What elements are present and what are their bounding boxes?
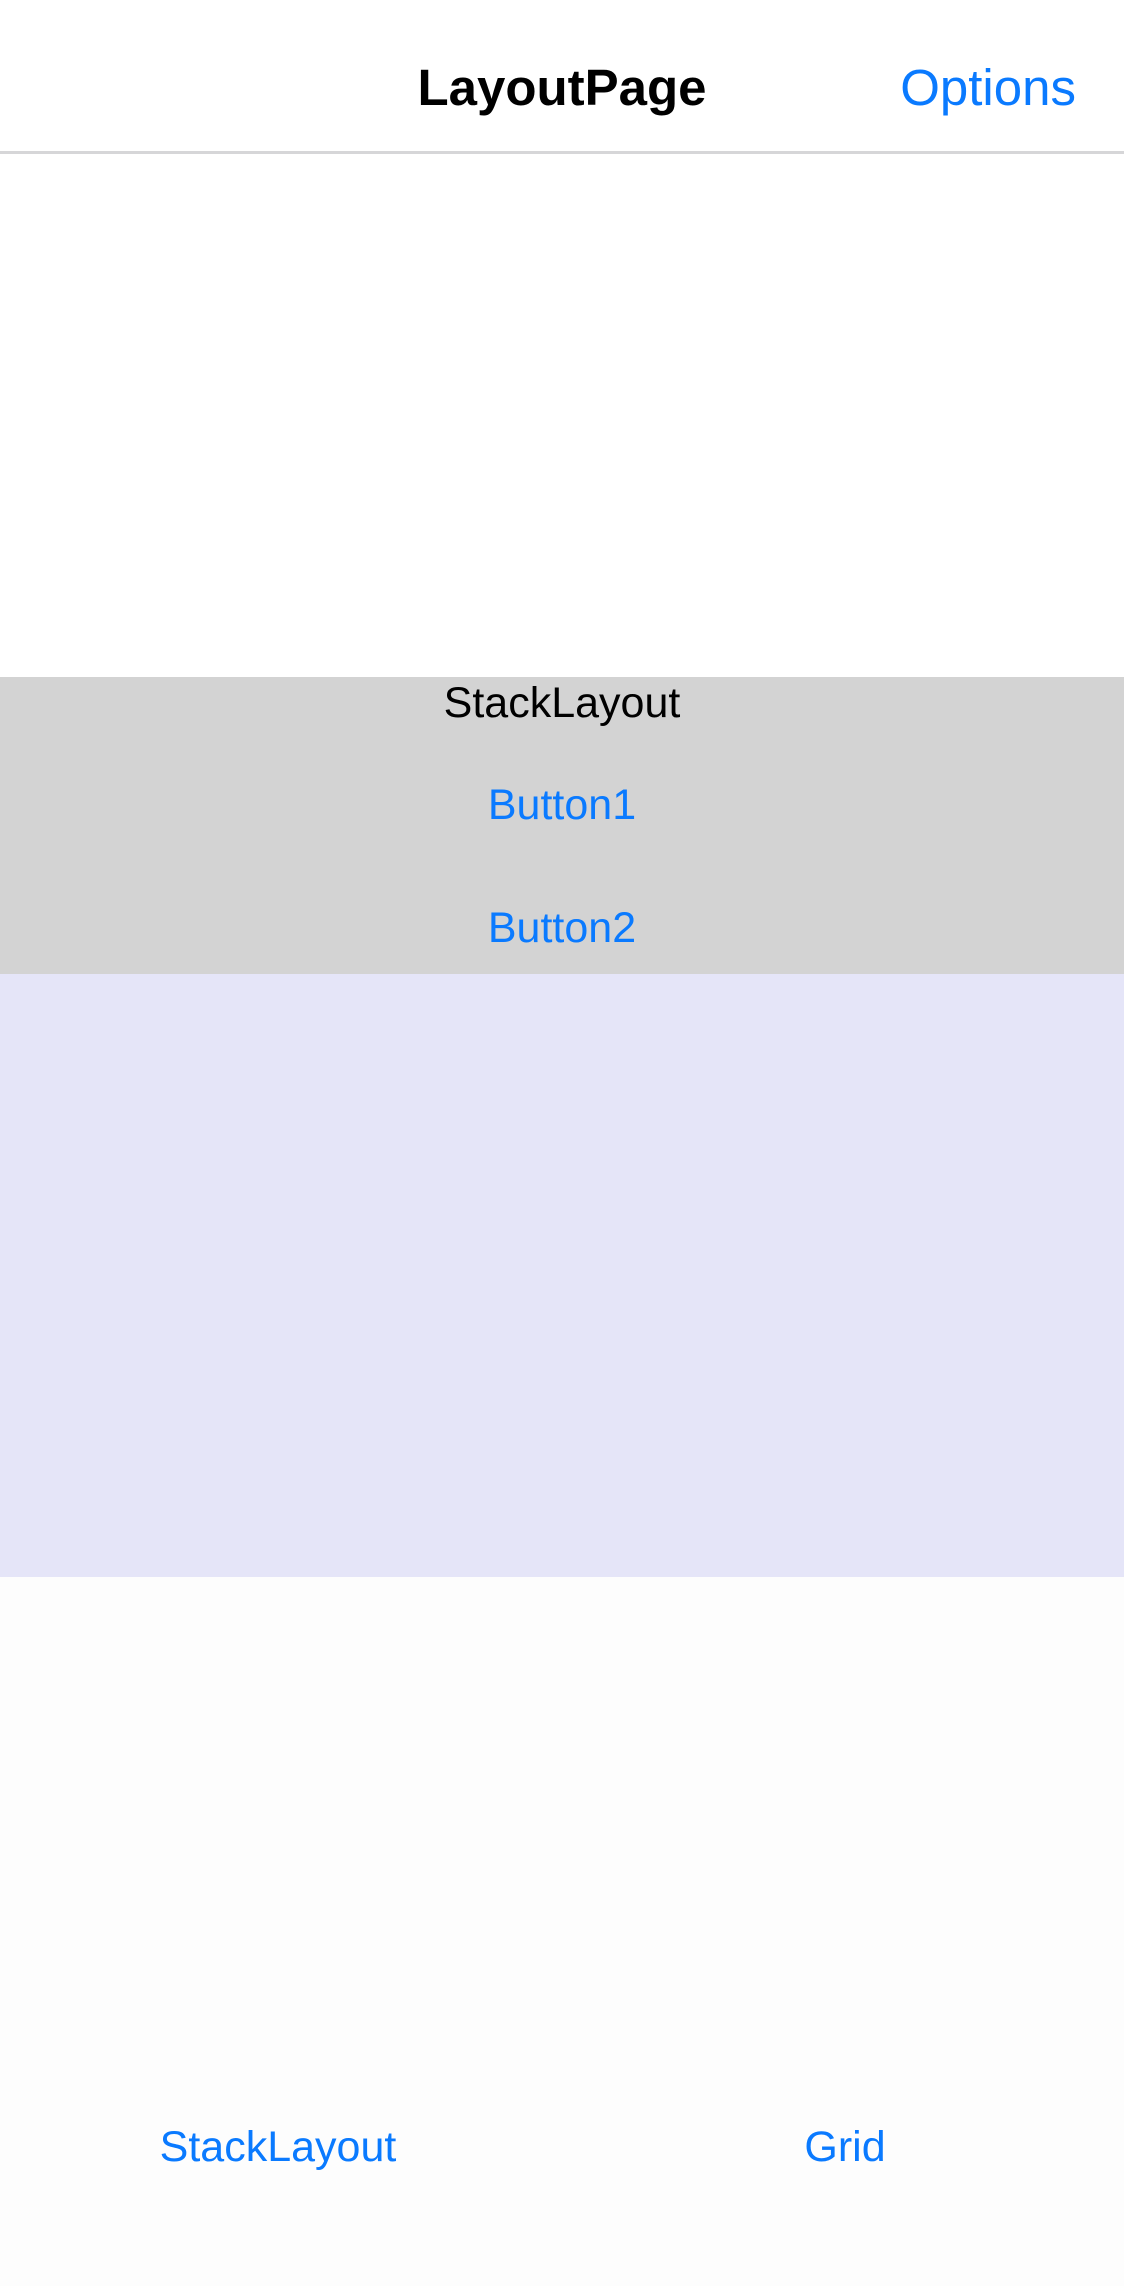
lavender-content-area [0,974,1124,1577]
navigation-bar: LayoutPage Options [0,0,1124,154]
tab-stacklayout[interactable]: StackLayout [110,2122,446,2172]
button2[interactable]: Button2 [0,903,1124,953]
options-button[interactable]: Options [900,58,1076,118]
tab-grid[interactable]: Grid [760,2122,930,2172]
stack-layout-label: StackLayout [443,679,681,727]
app-screen: LayoutPage Options StackLayout Button1 B… [0,0,1124,2286]
button1[interactable]: Button1 [0,780,1124,830]
bottom-tab-bar [0,1577,1124,2286]
